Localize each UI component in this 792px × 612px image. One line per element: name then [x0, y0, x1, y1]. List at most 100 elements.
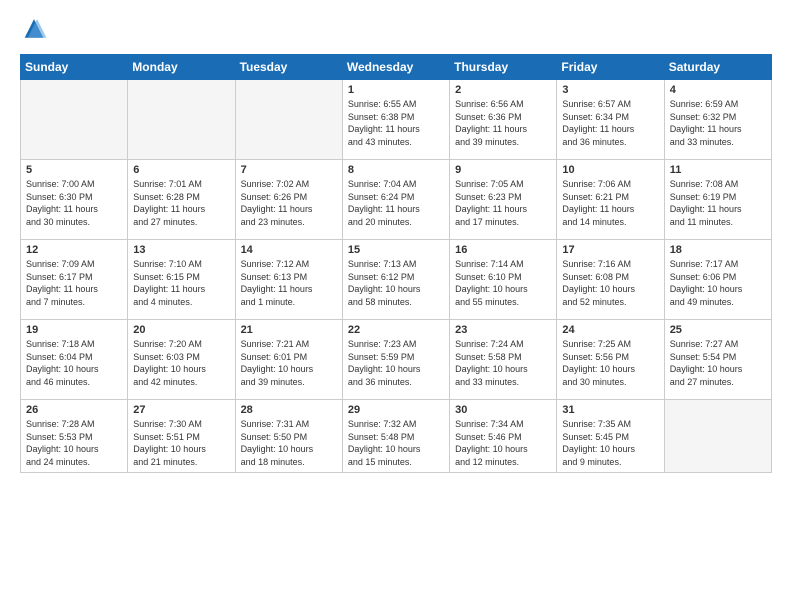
weekday-header-saturday: Saturday: [664, 55, 771, 80]
weekday-header-wednesday: Wednesday: [342, 55, 449, 80]
day-info: Sunrise: 6:56 AM Sunset: 6:36 PM Dayligh…: [455, 98, 551, 148]
calendar-cell: 8 Sunrise: 7:04 AM Sunset: 6:24 PM Daylig…: [342, 160, 449, 240]
day-number: 5: [26, 164, 122, 176]
weekday-header-row: SundayMondayTuesdayWednesdayThursdayFrid…: [21, 55, 772, 80]
day-info: Sunrise: 7:06 AM Sunset: 6:21 PM Dayligh…: [562, 178, 658, 228]
calendar-cell: 4 Sunrise: 6:59 AM Sunset: 6:32 PM Daylig…: [664, 80, 771, 160]
day-info: Sunrise: 7:35 AM Sunset: 5:45 PM Dayligh…: [562, 418, 658, 468]
weekday-header-monday: Monday: [128, 55, 235, 80]
logo-icon: [20, 16, 48, 44]
weekday-header-sunday: Sunday: [21, 55, 128, 80]
week-row-3: 12 Sunrise: 7:09 AM Sunset: 6:17 PM Dayli…: [21, 240, 772, 320]
calendar-cell: 3 Sunrise: 6:57 AM Sunset: 6:34 PM Daylig…: [557, 80, 664, 160]
day-info: Sunrise: 7:24 AM Sunset: 5:58 PM Dayligh…: [455, 338, 551, 388]
day-number: 22: [348, 324, 444, 336]
calendar-cell: 23Sunrise: 7:24 AM Sunset: 5:58 PM Dayli…: [450, 320, 557, 400]
calendar-cell: 2 Sunrise: 6:56 AM Sunset: 6:36 PM Daylig…: [450, 80, 557, 160]
day-info: Sunrise: 7:34 AM Sunset: 5:46 PM Dayligh…: [455, 418, 551, 468]
calendar-cell: 10 Sunrise: 7:06 AM Sunset: 6:21 PM Dayli…: [557, 160, 664, 240]
calendar-cell: [664, 400, 771, 473]
day-info: Sunrise: 7:18 AM Sunset: 6:04 PM Dayligh…: [26, 338, 122, 388]
day-number: 13: [133, 244, 229, 256]
calendar-cell: 18 Sunrise: 7:17 AM Sunset: 6:06 PM Dayli…: [664, 240, 771, 320]
day-info: Sunrise: 6:57 AM Sunset: 6:34 PM Dayligh…: [562, 98, 658, 148]
calendar-cell: [128, 80, 235, 160]
day-info: Sunrise: 7:17 AM Sunset: 6:06 PM Dayligh…: [670, 258, 766, 308]
header: [20, 16, 772, 44]
day-info: Sunrise: 7:27 AM Sunset: 5:54 PM Dayligh…: [670, 338, 766, 388]
calendar-cell: 9 Sunrise: 7:05 AM Sunset: 6:23 PM Daylig…: [450, 160, 557, 240]
day-number: 6: [133, 164, 229, 176]
day-number: 26: [26, 404, 122, 416]
day-info: Sunrise: 7:12 AM Sunset: 6:13 PM Dayligh…: [241, 258, 337, 308]
day-number: 10: [562, 164, 658, 176]
day-number: 16: [455, 244, 551, 256]
week-row-5: 26 Sunrise: 7:28 AM Sunset: 5:53 PM Dayli…: [21, 400, 772, 473]
weekday-header-tuesday: Tuesday: [235, 55, 342, 80]
day-number: 3: [562, 84, 658, 96]
day-info: Sunrise: 7:30 AM Sunset: 5:51 PM Dayligh…: [133, 418, 229, 468]
day-info: Sunrise: 7:13 AM Sunset: 6:12 PM Dayligh…: [348, 258, 444, 308]
day-info: Sunrise: 7:08 AM Sunset: 6:19 PM Dayligh…: [670, 178, 766, 228]
calendar-cell: 11Sunrise: 7:08 AM Sunset: 6:19 PM Dayli…: [664, 160, 771, 240]
calendar-cell: 7Sunrise: 7:02 AM Sunset: 6:26 PM Daylig…: [235, 160, 342, 240]
weekday-header-thursday: Thursday: [450, 55, 557, 80]
day-info: Sunrise: 7:31 AM Sunset: 5:50 PM Dayligh…: [241, 418, 337, 468]
calendar-cell: 21 Sunrise: 7:21 AM Sunset: 6:01 PM Dayli…: [235, 320, 342, 400]
day-number: 24: [562, 324, 658, 336]
day-number: 7: [241, 164, 337, 176]
day-info: Sunrise: 7:05 AM Sunset: 6:23 PM Dayligh…: [455, 178, 551, 228]
day-number: 4: [670, 84, 766, 96]
day-info: Sunrise: 7:28 AM Sunset: 5:53 PM Dayligh…: [26, 418, 122, 468]
day-info: Sunrise: 7:25 AM Sunset: 5:56 PM Dayligh…: [562, 338, 658, 388]
calendar-cell: 14Sunrise: 7:12 AM Sunset: 6:13 PM Dayli…: [235, 240, 342, 320]
day-info: Sunrise: 7:10 AM Sunset: 6:15 PM Dayligh…: [133, 258, 229, 308]
calendar-cell: 6Sunrise: 7:01 AM Sunset: 6:28 PM Daylig…: [128, 160, 235, 240]
calendar-cell: 27 Sunrise: 7:30 AM Sunset: 5:51 PM Dayli…: [128, 400, 235, 473]
calendar-cell: 22 Sunrise: 7:23 AM Sunset: 5:59 PM Dayli…: [342, 320, 449, 400]
calendar-cell: 5 Sunrise: 7:00 AM Sunset: 6:30 PM Daylig…: [21, 160, 128, 240]
calendar-cell: [21, 80, 128, 160]
calendar-cell: 12 Sunrise: 7:09 AM Sunset: 6:17 PM Dayli…: [21, 240, 128, 320]
day-number: 2: [455, 84, 551, 96]
day-info: Sunrise: 7:16 AM Sunset: 6:08 PM Dayligh…: [562, 258, 658, 308]
day-info: Sunrise: 7:14 AM Sunset: 6:10 PM Dayligh…: [455, 258, 551, 308]
calendar-cell: 28Sunrise: 7:31 AM Sunset: 5:50 PM Dayli…: [235, 400, 342, 473]
day-info: Sunrise: 7:00 AM Sunset: 6:30 PM Dayligh…: [26, 178, 122, 228]
day-info: Sunrise: 7:21 AM Sunset: 6:01 PM Dayligh…: [241, 338, 337, 388]
day-info: Sunrise: 7:23 AM Sunset: 5:59 PM Dayligh…: [348, 338, 444, 388]
week-row-2: 5 Sunrise: 7:00 AM Sunset: 6:30 PM Daylig…: [21, 160, 772, 240]
calendar-cell: 31 Sunrise: 7:35 AM Sunset: 5:45 PM Dayli…: [557, 400, 664, 473]
calendar-cell: 20Sunrise: 7:20 AM Sunset: 6:03 PM Dayli…: [128, 320, 235, 400]
calendar-cell: 30 Sunrise: 7:34 AM Sunset: 5:46 PM Dayli…: [450, 400, 557, 473]
day-number: 21: [241, 324, 337, 336]
day-info: Sunrise: 6:55 AM Sunset: 6:38 PM Dayligh…: [348, 98, 444, 148]
page: SundayMondayTuesdayWednesdayThursdayFrid…: [0, 0, 792, 612]
calendar-cell: 1 Sunrise: 6:55 AM Sunset: 6:38 PM Daylig…: [342, 80, 449, 160]
calendar: SundayMondayTuesdayWednesdayThursdayFrid…: [20, 54, 772, 473]
logo: [20, 16, 52, 44]
day-number: 27: [133, 404, 229, 416]
day-number: 19: [26, 324, 122, 336]
week-row-4: 19 Sunrise: 7:18 AM Sunset: 6:04 PM Dayli…: [21, 320, 772, 400]
weekday-header-friday: Friday: [557, 55, 664, 80]
calendar-cell: 19 Sunrise: 7:18 AM Sunset: 6:04 PM Dayli…: [21, 320, 128, 400]
day-number: 15: [348, 244, 444, 256]
day-info: Sunrise: 7:09 AM Sunset: 6:17 PM Dayligh…: [26, 258, 122, 308]
calendar-cell: 15 Sunrise: 7:13 AM Sunset: 6:12 PM Dayli…: [342, 240, 449, 320]
day-number: 9: [455, 164, 551, 176]
day-number: 18: [670, 244, 766, 256]
day-number: 31: [562, 404, 658, 416]
day-info: Sunrise: 7:04 AM Sunset: 6:24 PM Dayligh…: [348, 178, 444, 228]
calendar-cell: [235, 80, 342, 160]
day-number: 8: [348, 164, 444, 176]
calendar-cell: 17Sunrise: 7:16 AM Sunset: 6:08 PM Dayli…: [557, 240, 664, 320]
calendar-cell: 16 Sunrise: 7:14 AM Sunset: 6:10 PM Dayli…: [450, 240, 557, 320]
day-number: 25: [670, 324, 766, 336]
day-info: Sunrise: 7:20 AM Sunset: 6:03 PM Dayligh…: [133, 338, 229, 388]
day-info: Sunrise: 7:32 AM Sunset: 5:48 PM Dayligh…: [348, 418, 444, 468]
day-number: 30: [455, 404, 551, 416]
day-info: Sunrise: 6:59 AM Sunset: 6:32 PM Dayligh…: [670, 98, 766, 148]
day-number: 1: [348, 84, 444, 96]
day-number: 12: [26, 244, 122, 256]
